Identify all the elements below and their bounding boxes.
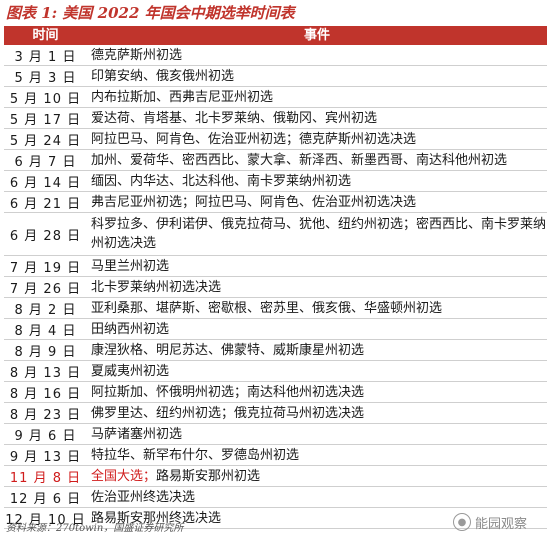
date-cell: 3 月 1 日	[4, 45, 87, 66]
event-cell: 科罗拉多、伊利诺伊、俄克拉荷马、犹他、纽约州初选；密西西比、南卡罗莱纳州初选决选	[87, 212, 547, 256]
date-cell: 6 月 21 日	[4, 191, 87, 213]
event-cell: 弗吉尼亚州初选；阿拉巴马、阿肯色、佐治亚州初选决选	[87, 191, 547, 213]
event-cell: 佐治亚州终选决选	[87, 486, 547, 508]
watermark-text: 能园观察	[475, 516, 528, 532]
date-cell: 9 月 6 日	[4, 423, 87, 445]
event-cell: 德克萨斯州初选	[87, 45, 547, 66]
table-row: 6 月 28 日科罗拉多、伊利诺伊、俄克拉荷马、犹他、纽约州初选；密西西比、南卡…	[4, 212, 547, 256]
table-row: 5 月 10 日内布拉斯加、西弗吉尼亚州初选	[4, 86, 547, 108]
event-cell: 阿拉巴马、阿肯色、佐治亚州初选；德克萨斯州初选决选	[87, 128, 547, 150]
table-row: 8 月 9 日康涅狄格、明尼苏达、佛蒙特、威斯康星州初选	[4, 339, 547, 361]
event-cell: 印第安纳、俄亥俄州初选	[87, 65, 547, 87]
table-row: 5 月 17 日爱达荷、肯塔基、北卡罗莱纳、俄勒冈、宾州初选	[4, 107, 547, 129]
figure-title: 图表 1: 美国 2022 年国会中期选举时间表	[6, 4, 295, 22]
table-row: 7 月 26 日北卡罗莱纳州初选决选	[4, 276, 547, 298]
table-row: 8 月 16 日阿拉斯加、怀俄明州初选；南达科他州初选决选	[4, 381, 547, 403]
table-row: 8 月 4 日田纳西州初选	[4, 318, 547, 340]
date-cell: 8 月 23 日	[4, 402, 87, 424]
date-cell: 12 月 6 日	[4, 486, 87, 508]
table-row: 5 月 3 日印第安纳、俄亥俄州初选	[4, 65, 547, 87]
column-header-time: 时间	[4, 26, 87, 45]
source-note: 资料来源：270towin，国盛证券研究所	[6, 523, 184, 534]
event-cell: 夏威夷州初选	[87, 360, 547, 382]
table-header-row: 时间 事件	[4, 26, 547, 45]
table-row: 8 月 2 日亚利桑那、堪萨斯、密歇根、密苏里、俄亥俄、华盛顿州初选	[4, 297, 547, 319]
date-cell: 8 月 13 日	[4, 360, 87, 382]
event-cell: 全国大选；路易斯安那州初选	[87, 465, 547, 487]
event-cell: 爱达荷、肯塔基、北卡罗莱纳、俄勒冈、宾州初选	[87, 107, 547, 129]
event-cell: 特拉华、新罕布什尔、罗德岛州初选	[87, 444, 547, 466]
table-row: 8 月 13 日夏威夷州初选	[4, 360, 547, 382]
date-cell: 5 月 3 日	[4, 65, 87, 87]
event-cell: 亚利桑那、堪萨斯、密歇根、密苏里、俄亥俄、华盛顿州初选	[87, 297, 547, 319]
table-row: 6 月 14 日缅因、内华达、北达科他、南卡罗莱纳州初选	[4, 170, 547, 192]
watermark: ● 能园观察	[453, 510, 527, 534]
event-cell: 田纳西州初选	[87, 318, 547, 340]
column-header-event: 事件	[87, 26, 547, 45]
date-cell: 7 月 19 日	[4, 255, 87, 277]
event-cell: 马萨诸塞州初选	[87, 423, 547, 445]
event-cell: 佛罗里达、纽约州初选；俄克拉荷马州初选决选	[87, 402, 547, 424]
date-cell: 6 月 28 日	[4, 212, 87, 256]
table-row: 8 月 23 日佛罗里达、纽约州初选；俄克拉荷马州初选决选	[4, 402, 547, 424]
event-tail: 路易斯安那州初选	[156, 468, 261, 484]
wechat-icon: ●	[453, 513, 471, 531]
date-cell: 8 月 2 日	[4, 297, 87, 319]
date-cell: 5 月 10 日	[4, 86, 87, 108]
table-row: 9 月 6 日马萨诸塞州初选	[4, 423, 547, 445]
table-row: 3 月 1 日德克萨斯州初选	[4, 45, 547, 66]
date-cell: 5 月 17 日	[4, 107, 87, 129]
table-row: 6 月 21 日弗吉尼亚州初选；阿拉巴马、阿肯色、佐治亚州初选决选	[4, 191, 547, 213]
event-cell: 康涅狄格、明尼苏达、佛蒙特、威斯康星州初选	[87, 339, 547, 361]
event-cell: 马里兰州初选	[87, 255, 547, 277]
date-cell: 8 月 16 日	[4, 381, 87, 403]
event-cell: 缅因、内华达、北达科他、南卡罗莱纳州初选	[87, 170, 547, 192]
event-cell: 北卡罗莱纳州初选决选	[87, 276, 547, 298]
table-row-general-election: 11 月 8 日全国大选；路易斯安那州初选	[4, 465, 547, 487]
election-schedule-table: 时间 事件 3 月 1 日德克萨斯州初选 5 月 3 日印第安纳、俄亥俄州初选 …	[4, 26, 547, 529]
date-cell: 11 月 8 日	[4, 465, 87, 487]
table-row: 7 月 19 日马里兰州初选	[4, 255, 547, 277]
date-cell: 7 月 26 日	[4, 276, 87, 298]
table-row: 9 月 13 日特拉华、新罕布什尔、罗德岛州初选	[4, 444, 547, 466]
date-cell: 8 月 4 日	[4, 318, 87, 340]
table-row: 12 月 6 日佐治亚州终选决选	[4, 486, 547, 508]
date-cell: 9 月 13 日	[4, 444, 87, 466]
event-cell: 阿拉斯加、怀俄明州初选；南达科他州初选决选	[87, 381, 547, 403]
date-cell: 6 月 14 日	[4, 170, 87, 192]
event-cell: 加州、爱荷华、密西西比、蒙大拿、新泽西、新墨西哥、南达科他州初选	[87, 149, 547, 171]
event-cell: 内布拉斯加、西弗吉尼亚州初选	[87, 86, 547, 108]
date-cell: 8 月 9 日	[4, 339, 87, 361]
date-cell: 5 月 24 日	[4, 128, 87, 150]
table-row: 5 月 24 日阿拉巴马、阿肯色、佐治亚州初选；德克萨斯州初选决选	[4, 128, 547, 150]
table-row: 6 月 7 日加州、爱荷华、密西西比、蒙大拿、新泽西、新墨西哥、南达科他州初选	[4, 149, 547, 171]
date-cell: 6 月 7 日	[4, 149, 87, 171]
event-highlight: 全国大选；	[91, 468, 157, 484]
